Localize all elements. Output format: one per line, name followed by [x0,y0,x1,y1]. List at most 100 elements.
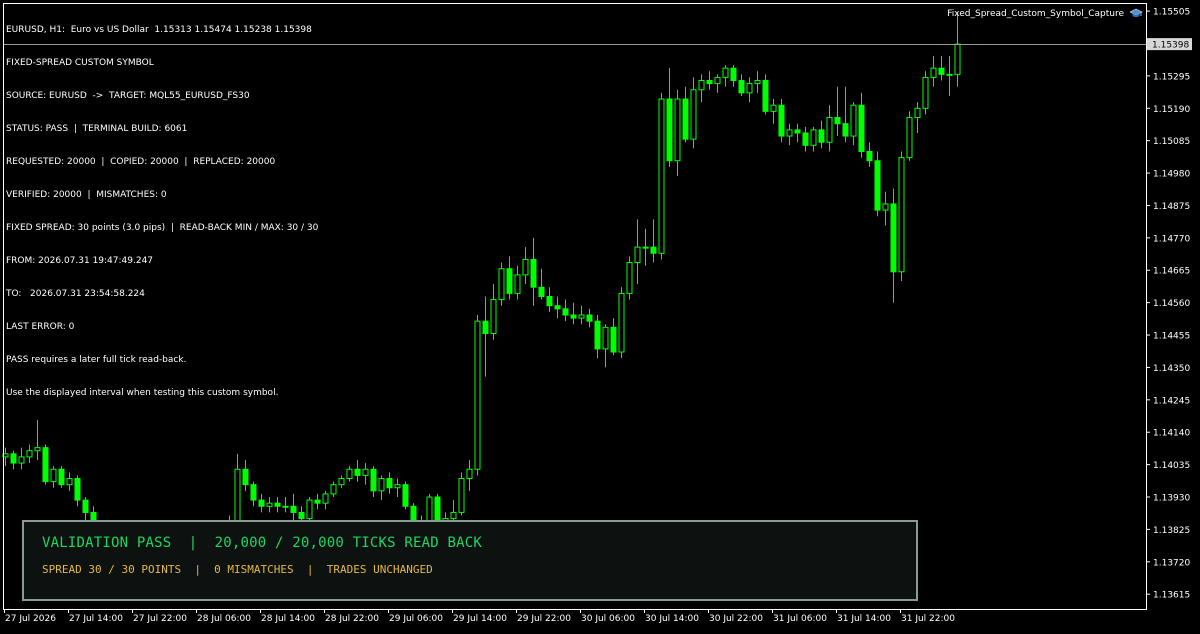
candle [242,459,249,491]
candle [634,219,641,285]
candle-body [714,76,721,85]
candle-body [434,496,441,523]
candle [882,191,889,226]
candle [370,466,377,498]
candle [794,123,801,143]
candle-body [250,484,257,501]
candle-body [482,320,489,334]
y-tick-label: 1.14560 [1153,299,1190,309]
candle [690,77,697,149]
candle-body [882,203,889,211]
candle [498,262,505,306]
y-tick-label: 1.13825 [1153,526,1190,536]
candle [946,55,953,96]
candle [746,77,753,103]
candle [850,102,857,146]
candle [914,102,921,133]
candle-body [570,314,577,319]
candle [274,497,281,513]
candle-body [690,89,697,140]
candle-body [586,314,593,322]
candle-body [242,468,249,486]
candle [378,475,385,501]
candle [18,447,25,470]
candle-body [338,477,345,486]
candle [922,71,929,115]
candle [74,475,81,507]
candle-body [378,477,385,492]
candle-body [34,447,41,452]
candle-body [354,468,361,476]
candle [506,256,513,300]
candle-body [674,98,681,162]
candle-body [42,447,49,483]
x-tick-label: 29 Jul 06:00 [389,614,443,624]
candle [346,466,353,482]
info-line-requested: REQUESTED: 20000 | COPIED: 20000 | REPLA… [6,157,276,167]
candle [314,493,321,510]
candle-body [890,203,897,273]
validation-subtitle: SPREAD 30 / 30 POINTS | 0 MISMATCHES | T… [42,563,433,576]
candle-body [698,80,705,91]
candle [458,472,465,516]
candle [546,287,553,312]
y-tick-label: 1.15190 [1153,105,1190,115]
candle [930,55,937,87]
candle-body [234,468,241,523]
candle-body [818,129,825,143]
candle [762,74,769,115]
candle [522,247,529,285]
candle [290,493,297,522]
info-line-last-error: LAST ERROR: 0 [6,322,75,332]
info-line-status: STATUS: PASS | TERMINAL BUILD: 6061 [6,124,188,134]
candle [818,120,825,149]
candle-body [554,305,561,310]
candle-body [658,98,665,254]
candle-body [858,104,865,152]
candle-body [738,80,745,94]
candle [394,478,401,498]
candle [730,65,737,87]
candle-body [58,468,65,486]
candle-body [466,468,473,479]
candle-body [850,104,857,137]
candle [658,92,665,260]
candle [482,296,489,377]
candle [530,237,537,306]
indicator-name[interactable]: Fixed_Spread_Custom_Symbol_Capture [947,9,1124,19]
candle-body [538,286,545,297]
candle-body [274,502,281,507]
candle [282,497,289,513]
candle-body [834,117,841,125]
candle [602,324,609,368]
candle-body [642,246,649,249]
candle [562,299,569,322]
candle [586,308,593,328]
candle-body [314,499,321,504]
candle-body [282,505,289,508]
x-tick-label: 28 Jul 22:00 [325,614,379,624]
candle-body [74,477,81,501]
candle [954,12,961,87]
info-line-source: SOURCE: EURUSD -> TARGET: MQL55_EURUSD_F… [6,91,250,101]
candle [674,89,681,177]
y-tick-label: 1.14245 [1153,396,1190,406]
candle [770,99,777,124]
x-tick-label: 28 Jul 06:00 [197,614,251,624]
candle [250,481,257,507]
candle [466,459,473,491]
candle [778,99,785,143]
validation-panel: VALIDATION PASS | 20,000 / 20,000 TICKS … [22,520,918,601]
candle-body [730,67,737,82]
candle [866,142,873,167]
candle-body [866,150,873,162]
candle-body [794,129,801,134]
graduation-cap-icon[interactable] [1129,8,1143,19]
x-tick-label: 28 Jul 14:00 [261,614,315,624]
y-axis: 1.155051.154001.152951.151901.150851.149… [1146,8,1190,601]
candle-body [618,292,625,353]
candle [474,314,481,476]
candle [842,86,849,143]
x-tick-label: 31 Jul 14:00 [837,614,891,624]
candle-body [306,499,313,520]
